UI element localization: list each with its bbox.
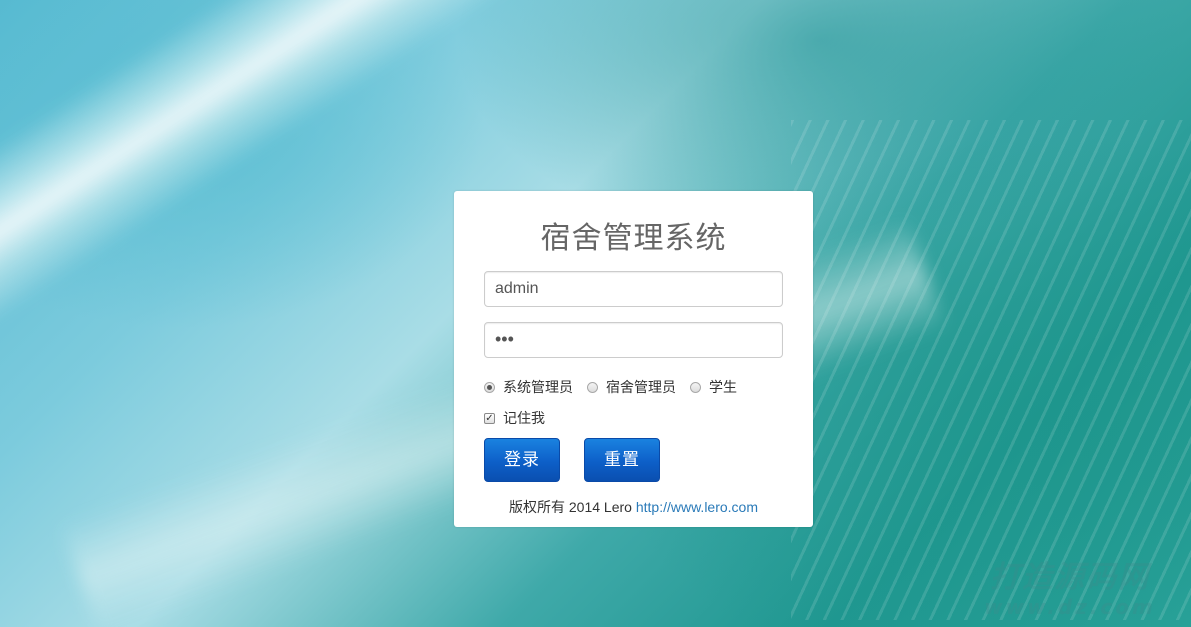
- watermark-logo: 打造源码网 www.dz.com: [955, 560, 1185, 624]
- login-button[interactable]: 登录: [484, 438, 560, 482]
- copyright-text: 版权所有 2014 Lero: [509, 499, 636, 515]
- role-label: 宿舍管理员: [606, 379, 676, 395]
- remember-checkbox[interactable]: ✓: [484, 412, 495, 424]
- radio-button[interactable]: [587, 381, 598, 393]
- page-title: 宿舍管理系统: [540, 221, 727, 256]
- role-label: 系统管理员: [503, 379, 573, 395]
- watermark-line2: www.dz.com: [984, 595, 1156, 619]
- wave-foam: [791, 120, 1191, 620]
- company-link[interactable]: http://www.lero.com: [636, 499, 758, 515]
- login-panel: 宿舍管理系统 admin ••• 系统管理员 宿舍管理员 学生 ✓ 记住我 登录…: [454, 191, 813, 527]
- radio-button[interactable]: [690, 381, 701, 393]
- role-radio-group: 系统管理员 宿舍管理员 学生: [484, 377, 751, 397]
- remember-me[interactable]: ✓ 记住我: [484, 408, 545, 428]
- role-option-dorm-admin[interactable]: 宿舍管理员: [587, 377, 676, 397]
- remember-label: 记住我: [503, 410, 545, 426]
- password-input[interactable]: •••: [484, 322, 783, 358]
- role-option-student[interactable]: 学生: [690, 377, 737, 397]
- copyright-footer: 版权所有 2014 Lero http://www.lero.com: [454, 497, 813, 517]
- watermark-line1: 打造源码网: [990, 560, 1150, 595]
- username-input[interactable]: admin: [484, 271, 783, 307]
- radio-button-checked[interactable]: [484, 381, 495, 393]
- role-option-system-admin[interactable]: 系统管理员: [484, 377, 573, 397]
- reset-button[interactable]: 重置: [584, 438, 660, 482]
- role-label: 学生: [709, 379, 737, 395]
